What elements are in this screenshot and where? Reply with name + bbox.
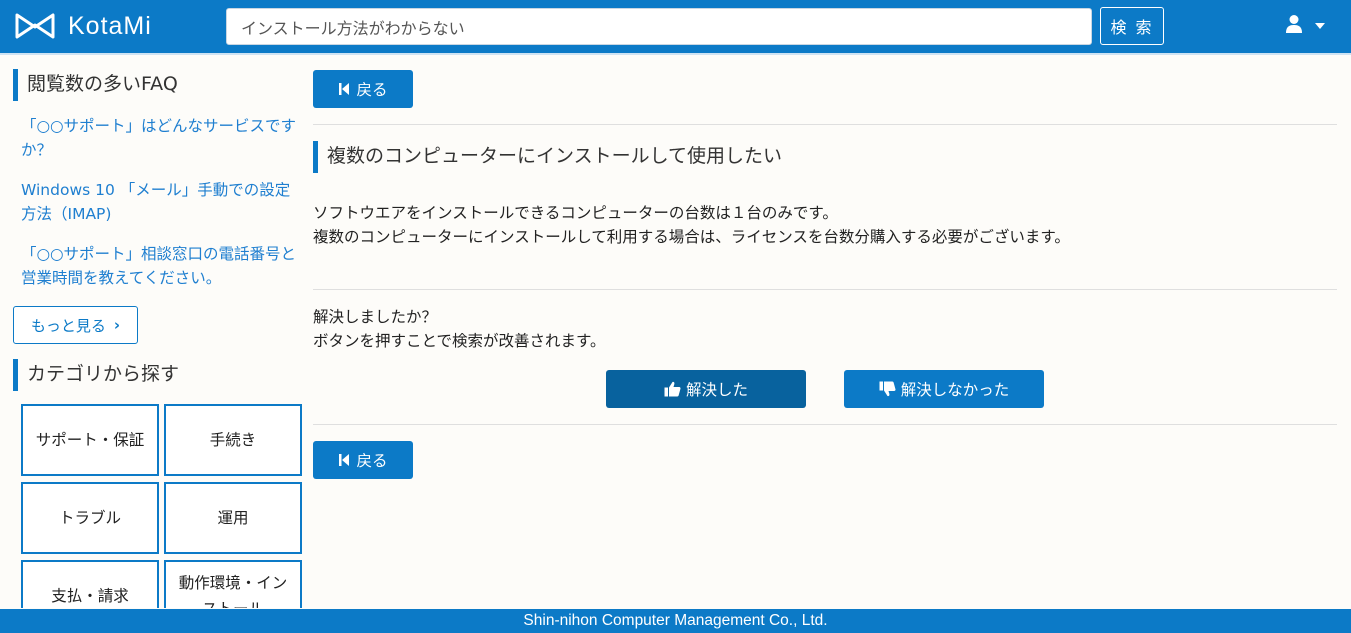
divider xyxy=(313,424,1337,425)
not-resolved-button-label: 解決しなかった xyxy=(900,381,1010,399)
search-button[interactable]: 検 索 xyxy=(1100,7,1164,45)
category-section-title: カテゴリから探す xyxy=(13,359,179,391)
user-icon xyxy=(1285,14,1303,38)
more-button[interactable]: もっと見る › xyxy=(13,306,138,344)
answer-line: ソフトウエアをインストールできるコンピューターの台数は１台のみです。 xyxy=(313,204,838,222)
thumbs-down-icon xyxy=(879,381,896,397)
back-button-bottom[interactable]: 戻る xyxy=(313,441,413,479)
category-tile[interactable]: 支払・請求 xyxy=(21,560,159,608)
chevron-right-icon: › xyxy=(113,316,121,334)
back-button-label: 戻る xyxy=(356,81,388,99)
question-title: 複数のコンピューターにインストールして使用したい xyxy=(313,141,782,173)
category-tile[interactable]: 動作環境・インストール xyxy=(164,560,302,608)
thumbs-up-icon xyxy=(664,381,681,397)
category-tile[interactable]: 手続き xyxy=(164,404,302,476)
feedback-text: 解決しましたか？ ボタンを押すことで検索が改善されます。 xyxy=(313,305,606,353)
resolved-button-label: 解決した xyxy=(685,381,748,399)
logo[interactable]: KotaMi xyxy=(14,11,152,41)
divider xyxy=(313,289,1337,290)
answer-text: ソフトウエアをインストールできるコンピューターの台数は１台のみです。 複数のコン… xyxy=(313,201,1070,249)
category-tile[interactable]: トラブル xyxy=(21,482,159,554)
faq-link[interactable]: Windows 10 「メール」手動での設定方法（IMAP) xyxy=(21,178,301,226)
faq-section-title: 閲覧数の多いFAQ xyxy=(13,69,178,101)
chevron-down-icon xyxy=(1315,23,1325,29)
user-menu[interactable] xyxy=(1285,14,1325,38)
footer: Shin-nihon Computer Management Co., Ltd. xyxy=(0,609,1351,633)
category-tile[interactable]: サポート・保証 xyxy=(21,404,159,476)
logo-text: KotaMi xyxy=(68,12,152,40)
header-divider xyxy=(0,53,1351,55)
more-button-label: もっと見る xyxy=(30,316,106,335)
not-resolved-button[interactable]: 解決しなかった xyxy=(844,370,1044,408)
category-grid: サポート・保証 手続き トラブル 運用 支払・請求 動作環境・インストール xyxy=(21,404,302,608)
back-button-top[interactable]: 戻る xyxy=(313,70,413,108)
feedback-question: 解決しましたか？ xyxy=(313,308,438,326)
kotami-logo-icon xyxy=(14,11,56,41)
back-button-label: 戻る xyxy=(356,452,388,470)
category-tile[interactable]: 運用 xyxy=(164,482,302,554)
skip-back-icon xyxy=(339,83,350,95)
feedback-hint: ボタンを押すことで検索が改善されます。 xyxy=(313,332,606,350)
divider xyxy=(313,124,1337,125)
search-input[interactable]: インストール方法がわからない xyxy=(226,8,1092,45)
top-header: KotaMi インストール方法がわからない 検 索 xyxy=(0,0,1351,53)
resolved-button[interactable]: 解決した xyxy=(606,370,806,408)
faq-link[interactable]: 「○○サポート」相談窓口の電話番号と営業時間を教えてください。 xyxy=(21,242,301,290)
skip-back-icon xyxy=(339,454,350,466)
answer-line: 複数のコンピューターにインストールして利用する場合は、ライセンスを台数分購入する… xyxy=(313,228,1070,246)
faq-link[interactable]: 「○○サポート」はどんなサービスですか？ xyxy=(21,114,301,162)
